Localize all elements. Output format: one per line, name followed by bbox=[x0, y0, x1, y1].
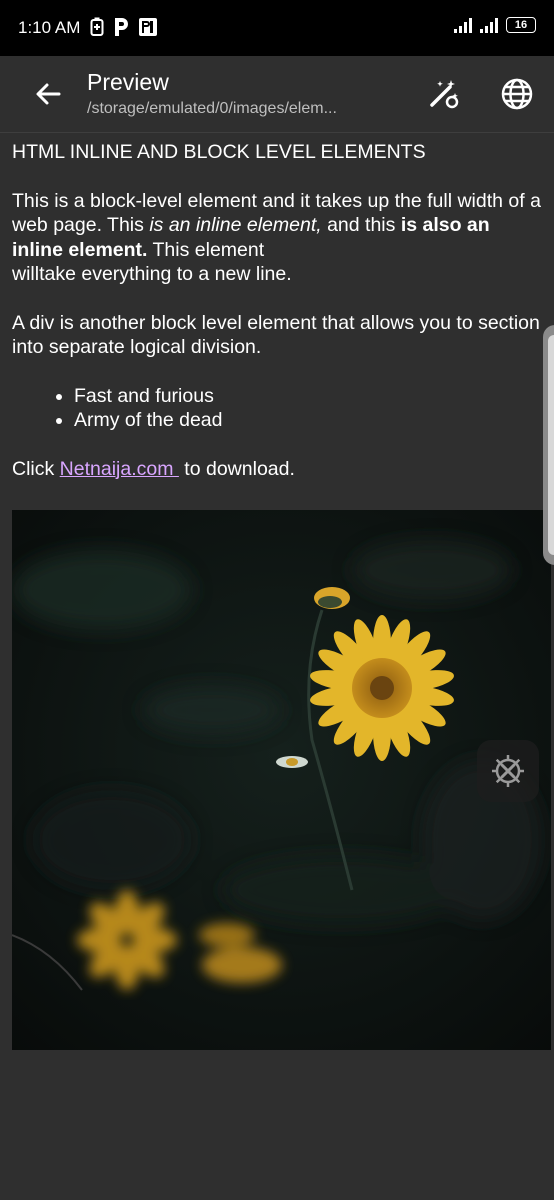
magic-wand-button[interactable] bbox=[423, 74, 463, 114]
battery-saver-icon bbox=[90, 17, 104, 36]
file-path: /storage/emulated/0/images/elem... bbox=[87, 100, 337, 117]
page-title: Preview bbox=[87, 69, 169, 95]
status-icons-left bbox=[90, 16, 158, 38]
click-suffix: to download. bbox=[178, 457, 295, 480]
paragraph-1-text-2: and this bbox=[321, 214, 401, 236]
app-bar-divider bbox=[0, 132, 554, 133]
pi-app-icon bbox=[139, 18, 157, 36]
click-prefix: Click bbox=[12, 457, 60, 480]
status-time: 1:10 AM bbox=[18, 18, 81, 37]
back-arrow-icon bbox=[36, 83, 61, 105]
signal-icon bbox=[480, 18, 498, 33]
scroll-handle-thumb[interactable] bbox=[548, 335, 554, 555]
status-bar: 1:10 AM 16 bbox=[0, 0, 554, 56]
globe-button[interactable] bbox=[497, 74, 537, 114]
battery-icon: 16 bbox=[506, 17, 536, 33]
paragraph-1-line-2: willtake everything to a new line. bbox=[12, 263, 292, 285]
globe-icon bbox=[501, 78, 533, 110]
paragraph-1: This is a block-level element and it tak… bbox=[12, 189, 546, 287]
netnaija-link[interactable]: Netnaija.com bbox=[60, 458, 179, 480]
list-item: Fast and furious bbox=[74, 384, 546, 409]
settings-button[interactable] bbox=[477, 740, 539, 802]
battery-level: 16 bbox=[514, 19, 528, 31]
paragraph-1-text-3: This element bbox=[147, 238, 265, 261]
app-bar: Preview /storage/emulated/0/images/elem.… bbox=[0, 56, 554, 132]
preview-content: HTML INLINE AND BLOCK LEVEL ELEMENTS Thi… bbox=[12, 140, 546, 481]
settings-tools-icon bbox=[492, 755, 524, 787]
italic-text: is an inline element, bbox=[149, 214, 322, 236]
title-block: Preview /storage/emulated/0/images/elem.… bbox=[87, 68, 407, 120]
flower-image bbox=[12, 510, 551, 1050]
status-icons-right: 16 bbox=[454, 17, 536, 33]
document-heading: HTML INLINE AND BLOCK LEVEL ELEMENTS bbox=[12, 141, 426, 163]
paragraph-2: A div is another block level element tha… bbox=[12, 311, 540, 359]
signal-icon bbox=[454, 18, 472, 33]
bullet-list: Fast and furious Army of the dead bbox=[12, 384, 546, 433]
p-app-icon bbox=[115, 18, 128, 36]
download-line: Click Netnaija.com to download. bbox=[12, 457, 546, 482]
list-item: Army of the dead bbox=[74, 408, 546, 433]
magic-wand-icon bbox=[430, 80, 459, 109]
back-button[interactable] bbox=[30, 76, 66, 112]
